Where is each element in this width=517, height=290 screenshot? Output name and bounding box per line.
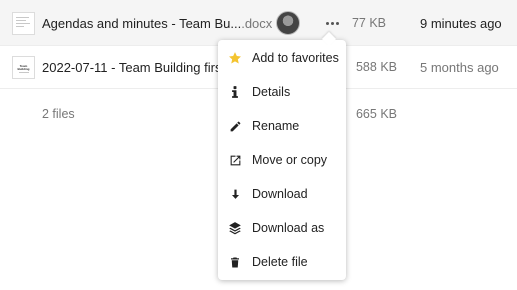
- download-icon: [218, 177, 252, 211]
- menu-item-label: Rename: [252, 119, 300, 133]
- document-thumbnail[interactable]: [12, 12, 35, 35]
- menu-item-label: Download as: [252, 221, 325, 235]
- menu-item-delete-file[interactable]: Delete file: [218, 245, 346, 279]
- menu-item-label: Add to favorites: [252, 51, 339, 65]
- file-extension: .docx: [241, 16, 273, 31]
- info-icon: [218, 75, 252, 109]
- file-name-base: 2022-07-11 - Team Building first...: [42, 60, 236, 75]
- presentation-thumbnail[interactable]: Team Building: [12, 56, 35, 79]
- file-count: 2 files: [42, 107, 75, 121]
- file-modified: 9 minutes ago: [420, 16, 502, 31]
- menu-item-add-to-favorites[interactable]: Add to favorites: [218, 41, 346, 75]
- file-actions-menu: Add to favorites Details Rename Move or …: [218, 40, 346, 280]
- menu-item-label: Move or copy: [252, 153, 328, 167]
- menu-item-label: Download: [252, 187, 308, 201]
- menu-item-move-or-copy[interactable]: Move or copy: [218, 143, 346, 177]
- menu-item-details[interactable]: Details: [218, 75, 346, 109]
- file-name[interactable]: 2022-07-11 - Team Building first...: [42, 60, 236, 75]
- total-size: 665 KB: [355, 107, 397, 121]
- file-modified: 5 months ago: [420, 60, 499, 75]
- thumbnail-title: Team Building: [17, 64, 30, 71]
- layers-icon: [218, 211, 252, 245]
- trash-icon: [218, 245, 252, 279]
- menu-item-rename[interactable]: Rename: [218, 109, 346, 143]
- star-icon: [218, 41, 252, 75]
- menu-item-download-as[interactable]: Download as: [218, 211, 346, 245]
- pencil-icon: [218, 109, 252, 143]
- menu-item-download[interactable]: Download: [218, 177, 346, 211]
- file-size: 77 KB: [351, 16, 386, 30]
- file-name-base: Agendas and minutes - Team Bu...: [42, 16, 242, 31]
- menu-item-label: Details: [252, 85, 291, 99]
- shared-user-avatar[interactable]: [276, 11, 300, 35]
- menu-item-label: Delete file: [252, 255, 308, 269]
- file-name[interactable]: Agendas and minutes - Team Bu....docx: [42, 16, 272, 31]
- external-link-icon: [218, 143, 252, 177]
- file-size: 588 KB: [355, 60, 397, 74]
